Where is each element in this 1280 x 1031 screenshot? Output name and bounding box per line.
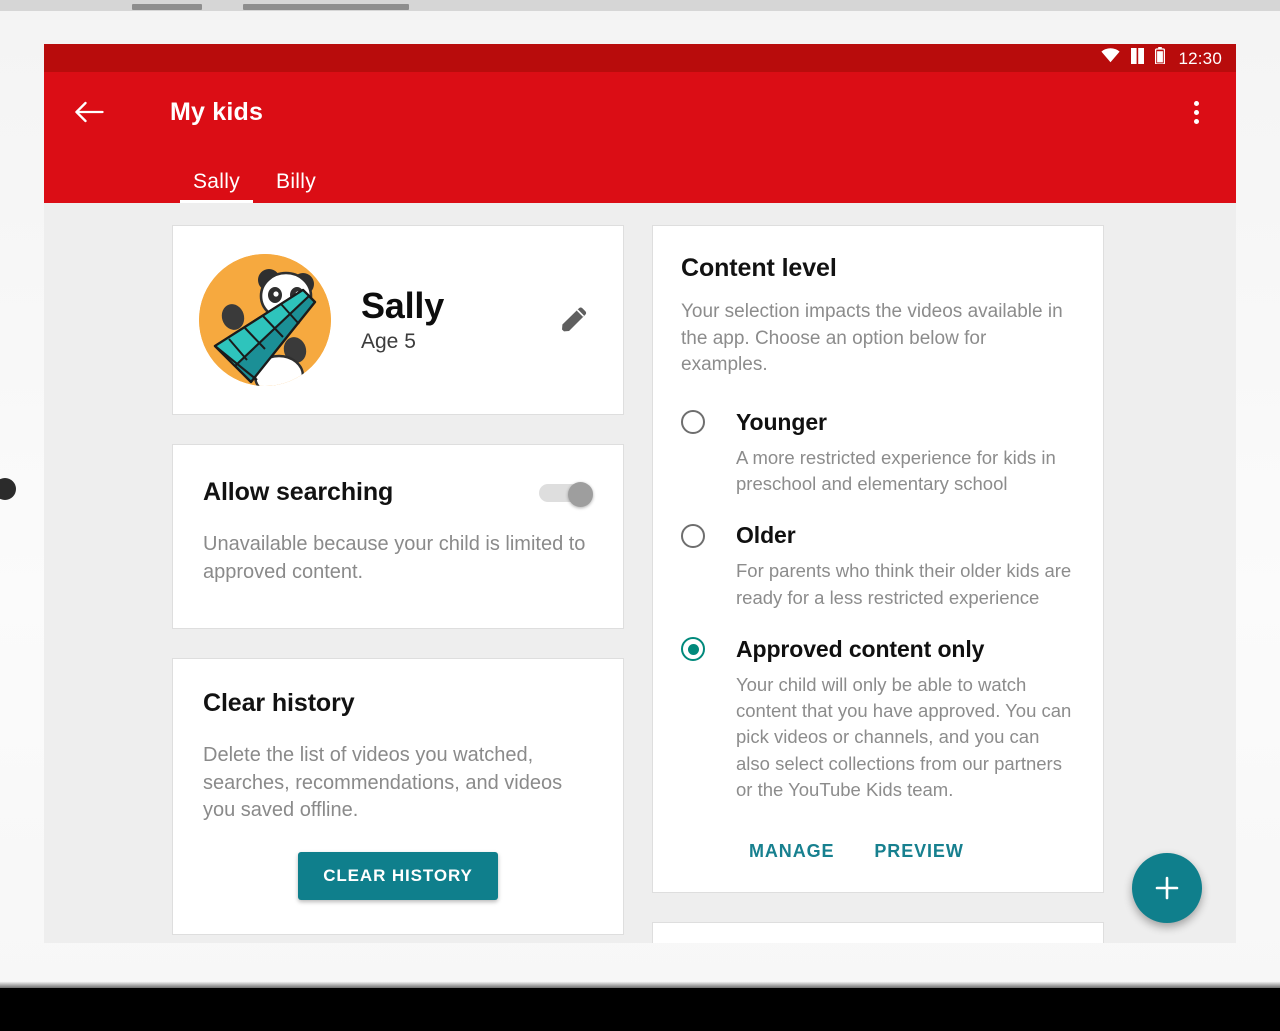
radio-checked-icon[interactable] — [681, 637, 705, 662]
content-level-option-older[interactable]: Older For parents who think their older … — [681, 522, 1075, 611]
browser-tab-1[interactable] — [132, 4, 202, 10]
clear-history-card: Clear history Delete the list of videos … — [172, 658, 624, 935]
option-label: Older — [736, 522, 796, 549]
option-description: For parents who think their older kids a… — [736, 560, 1072, 608]
page-title: My kids — [170, 97, 264, 126]
option-label: Younger — [736, 408, 827, 435]
content-level-actions: MANAGE PREVIEW — [747, 837, 1075, 866]
browser-tab-2[interactable] — [243, 4, 409, 10]
clear-history-button[interactable]: CLEAR HISTORY — [298, 851, 498, 900]
status-bar: 12:30 — [44, 44, 1236, 72]
profile-text: Sally Age 5 — [361, 286, 551, 355]
content-level-title: Content level — [681, 254, 837, 282]
preview-button[interactable]: PREVIEW — [872, 837, 965, 866]
window-bottom-separator — [0, 981, 1280, 988]
signal-icon — [1131, 47, 1145, 69]
profile-card: Sally Age 5 — [172, 225, 624, 415]
option-label: Approved content only — [736, 635, 985, 662]
option-description: Your child will only be able to watch co… — [736, 673, 1072, 800]
clear-history-title: Clear history — [203, 689, 355, 718]
option-description: A more restricted experience for kids in… — [736, 446, 1056, 495]
back-arrow-icon[interactable] — [66, 88, 114, 136]
content-level-option-approved-content-only[interactable]: Approved content only Your child will on… — [681, 636, 1075, 803]
plus-icon — [1155, 876, 1179, 900]
radio-unchecked-icon[interactable] — [681, 410, 705, 435]
allow-searching-card: Allow searching Unavailable because your… — [172, 444, 624, 630]
manage-button[interactable]: MANAGE — [747, 837, 836, 866]
overflow-menu-icon[interactable] — [1174, 88, 1218, 136]
kid-tabs: Sally Billy — [44, 152, 1236, 203]
allow-searching-description: Unavailable because your child is limite… — [203, 533, 586, 583]
profile-name: Sally — [361, 284, 445, 326]
browser-tab-strip — [0, 0, 1280, 11]
app-viewport: 12:30 My kids Sally Billy Sally Age 5 Al… — [44, 44, 1236, 943]
settings-content: Sally Age 5 Allow searching Unavailable … — [44, 203, 1236, 943]
pencil-edit-icon[interactable] — [551, 297, 597, 343]
tab-billy[interactable]: Billy — [258, 171, 334, 203]
clear-history-description: Delete the list of videos you watched, s… — [203, 744, 563, 822]
app-bar: My kids Sally Billy — [44, 72, 1236, 203]
screenshot-root: 12:30 My kids Sally Billy Sally Age 5 Al… — [0, 0, 1280, 1031]
radio-unchecked-icon[interactable] — [681, 523, 705, 548]
tab-sally[interactable]: Sally — [175, 171, 258, 203]
wifi-icon — [1101, 48, 1121, 68]
allow-searching-toggle[interactable] — [539, 481, 593, 507]
right-column: Content level Your selection impacts the… — [652, 225, 1104, 943]
pause-watch-history-card: Pause watch history Stop the app from us… — [652, 922, 1104, 943]
add-kid-fab[interactable] — [1132, 853, 1202, 923]
battery-icon — [1155, 47, 1166, 69]
left-column: Sally Age 5 Allow searching Unavailable … — [172, 225, 624, 943]
content-level-options: Younger A more restricted experience for… — [681, 409, 1075, 803]
profile-age: Age 5 — [361, 330, 416, 354]
status-bar-clock: 12:30 — [1178, 48, 1222, 68]
content-level-description: Your selection impacts the videos availa… — [681, 301, 1063, 376]
allow-searching-title: Allow searching — [203, 478, 394, 506]
bottom-black-bar — [0, 988, 1280, 1031]
content-level-option-younger[interactable]: Younger A more restricted experience for… — [681, 409, 1075, 498]
panda-avatar-icon — [199, 254, 331, 386]
content-level-card: Content level Your selection impacts the… — [652, 225, 1104, 894]
